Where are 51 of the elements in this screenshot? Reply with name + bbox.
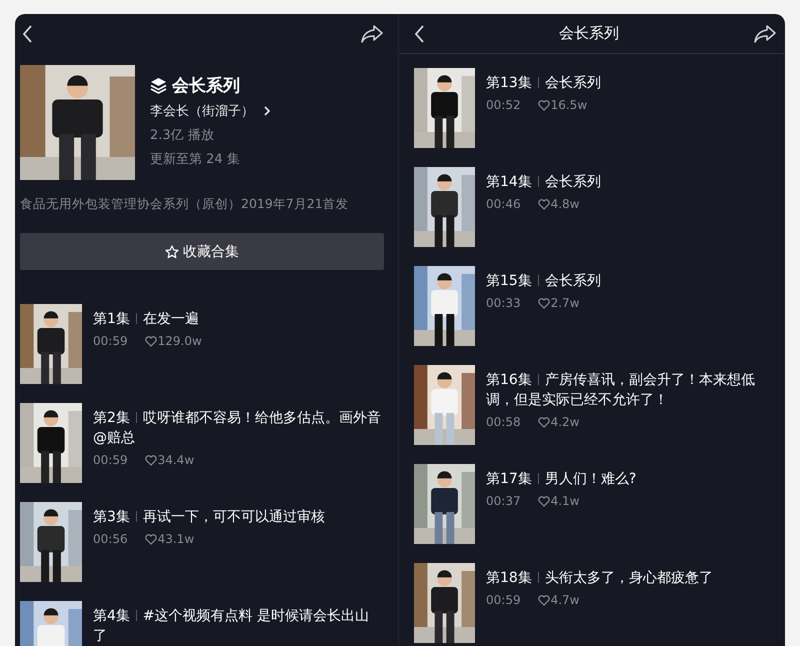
heart-icon — [538, 594, 550, 606]
star-icon[interactable] — [165, 244, 179, 258]
share-icon[interactable] — [360, 24, 384, 44]
favorite-button[interactable]: 收藏合集 — [20, 233, 384, 270]
episode-title[interactable]: 第1集 在发一遍 — [93, 309, 202, 329]
duration-label: 00:37 — [486, 494, 521, 508]
like-count: 34.4w — [158, 453, 194, 467]
episode-title[interactable]: 第16集 产房传喜讯，副会升了！本来想低调，但是实际已经不允许了！ — [486, 370, 769, 410]
episode-title[interactable]: 第3集 再试一下，可不可以通过审核 — [93, 507, 325, 527]
duration-label: 00:33 — [486, 296, 521, 310]
like-count: 16.5w — [550, 98, 588, 112]
like-count: 129.0w — [158, 334, 202, 348]
like-count: 4.1w — [550, 494, 580, 508]
author-name[interactable]: 李会长（街溜子） — [150, 102, 254, 120]
header-title: 会长系列 — [559, 24, 619, 43]
duration-label: 00:59 — [486, 593, 521, 607]
duration-label: 00:59 — [93, 453, 128, 467]
heart-icon — [538, 496, 550, 506]
duration-label: 00:56 — [93, 532, 128, 546]
heart-icon — [538, 416, 550, 428]
like-count: 2.7w — [550, 296, 580, 310]
chevron-icon — [264, 106, 270, 116]
like-count: 4.2w — [550, 415, 580, 429]
play-count: 2.3亿 播放 — [150, 127, 215, 144]
episode-title[interactable]: 第15集 会长系列 — [486, 271, 601, 291]
heart-icon — [144, 534, 157, 544]
like-count: 4.7w — [550, 593, 580, 607]
duration-label: 00:58 — [486, 415, 521, 429]
heart-icon — [144, 336, 157, 346]
update-status: 更新至第 24 集 — [150, 151, 241, 168]
back-icon[interactable] — [22, 25, 33, 43]
back-icon[interactable] — [414, 24, 425, 42]
heart-icon — [538, 298, 550, 308]
episode-title[interactable]: 第2集 哎呀谁都不容易！给他多估点。画外音 @赔总 — [93, 408, 382, 448]
duration-label: 00:46 — [486, 197, 521, 211]
heart-icon — [538, 198, 550, 210]
collection-title: 会长系列 — [172, 75, 240, 97]
heart-icon — [144, 454, 157, 466]
share-icon[interactable] — [753, 24, 777, 44]
like-count: 4.8w — [550, 197, 580, 211]
like-count: 43.1w — [158, 532, 194, 546]
duration-label: 00:52 — [486, 98, 521, 112]
layers-icon — [150, 77, 167, 94]
collection-description: 食品无用外包装管理协会系列（原创）2019年7月21首发 — [20, 196, 350, 213]
episode-title[interactable]: 第14集 会长系列 — [486, 172, 601, 192]
heart-icon — [538, 100, 550, 110]
episode-title[interactable]: 第4集 #这个视频有点料 是时候请会长出山了 — [93, 606, 382, 646]
episode-title[interactable]: 第18集 头衔太多了，身心都疲惫了 — [486, 568, 713, 588]
episode-title[interactable]: 第17集 男人们！难么? — [486, 469, 636, 489]
episode-title[interactable]: 第13集 会长系列 — [486, 73, 601, 93]
duration-label: 00:59 — [93, 334, 128, 348]
